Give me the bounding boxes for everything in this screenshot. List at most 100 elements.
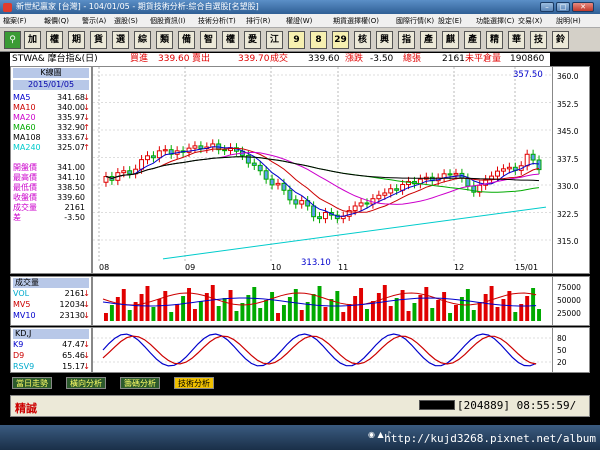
toolbar-button[interactable]: 技 <box>530 31 547 49</box>
volume-bar <box>400 290 405 321</box>
toolbar-button[interactable]: 8 <box>310 31 327 49</box>
analysis-tabs: 當日走勢 橫向分析 籌碼分析 技術分析 <box>10 377 590 389</box>
volume-tick-label: 25000 <box>557 309 581 318</box>
candle-body <box>222 149 228 152</box>
candle-body <box>364 202 370 205</box>
toolbar-button[interactable]: 綜 <box>134 31 151 49</box>
volume-bar <box>317 286 322 321</box>
ohlc-row: 開盤價 341.00 <box>13 163 89 173</box>
toolbar-button[interactable]: 備 <box>178 31 195 49</box>
quote-symbol[interactable]: STWA& 摩台指&(日) <box>12 53 98 66</box>
toolbar-button[interactable]: 智 <box>200 31 217 49</box>
volume-bar <box>448 313 453 321</box>
window-title: 新世紀贏家 [台灣] - 104/01/05 - 期貨技術分析:綜合自選股[名望… <box>16 2 259 11</box>
minimize-button[interactable]: – <box>540 2 554 12</box>
toolbar-button[interactable]: 麒 <box>442 31 459 49</box>
search-icon[interactable]: ⚲ <box>4 31 21 49</box>
connection-indicator <box>419 400 455 410</box>
ma-value: 340.00 <box>57 103 85 112</box>
toolbar-button[interactable]: 加 <box>24 31 41 49</box>
kd-header[interactable]: KD,J <box>13 329 89 339</box>
menu-item[interactable]: 檔案(F) <box>3 16 27 26</box>
menu-item[interactable]: 選股(S) <box>114 16 138 26</box>
volume-bar <box>418 295 423 321</box>
month-label: 15/01 <box>515 263 538 272</box>
candle-body <box>394 188 400 191</box>
change-label: 漲跌 <box>345 54 364 64</box>
status-bar: 精誠 [204889] 08:55:59/ <box>10 395 590 417</box>
toolbar-button[interactable]: 精 <box>486 31 503 49</box>
indicator-panel: K線圖 2015/01/05 MA5 341.68 ↓ MA10 340.00 ↓ MA20… <box>10 66 92 274</box>
toolbar-button[interactable]: 9 <box>288 31 305 49</box>
ma-name: MA5 <box>13 93 31 102</box>
candle-body <box>323 211 328 220</box>
volume-bar <box>442 292 447 321</box>
toolbar-button[interactable]: 鈴 <box>552 31 569 49</box>
ma-name: MA240 <box>13 143 41 152</box>
volume-chart[interactable] <box>92 276 553 326</box>
menu-item[interactable]: 排行(R) <box>246 16 270 26</box>
toolbar-button[interactable]: 期 <box>68 31 85 49</box>
menu-item[interactable]: 個股資訊(I) <box>150 16 186 26</box>
volume-bar <box>281 305 286 321</box>
maximize-button[interactable]: □ <box>556 2 570 12</box>
volume-header[interactable]: 成交量 <box>13 278 89 288</box>
toolbar-button[interactable]: 選 <box>112 31 129 49</box>
toolbar-button[interactable]: 29 <box>332 31 349 49</box>
analysis-tab[interactable]: 當日走勢 <box>12 377 52 389</box>
menu-item[interactable]: 交易(X) <box>518 16 542 26</box>
candlestick-chart[interactable]: 08 09 10 11 12 15/01 357.50 313.10 <box>92 66 553 274</box>
candle-body <box>156 150 162 159</box>
toolbar-button[interactable]: 江 <box>266 31 283 49</box>
toolbar-button[interactable]: 權 <box>222 31 239 49</box>
menu-item[interactable]: 說明(H) <box>556 16 581 26</box>
toolbar-button[interactable]: 核 <box>354 31 371 49</box>
ohlc-value: -3.50 <box>64 213 85 222</box>
ohlc-value: 2161 <box>64 203 85 212</box>
candle-body <box>311 205 317 218</box>
ma-name: MA20 <box>13 113 36 122</box>
analysis-tab[interactable]: 籌碼分析 <box>120 377 160 389</box>
volume-bar <box>365 309 369 321</box>
toolbar-button[interactable]: 類 <box>156 31 173 49</box>
close-button[interactable]: ✕ <box>572 2 594 12</box>
toolbar-button[interactable]: 指 <box>398 31 415 49</box>
trend-arrow-icon: ↓ <box>83 289 90 298</box>
candle-body <box>150 155 156 159</box>
analysis-tab[interactable]: 技術分析 <box>174 377 214 389</box>
menu-item[interactable]: 技術分析(T) <box>198 16 236 26</box>
toolbar-button[interactable]: 產 <box>420 31 437 49</box>
kd-tick-label: 50 <box>557 346 567 355</box>
ohlc-name: 最高價 <box>13 173 37 182</box>
analysis-tab[interactable]: 橫向分析 <box>66 377 106 389</box>
toolbar-button[interactable]: 愛 <box>244 31 261 49</box>
kd-chart[interactable] <box>92 327 553 373</box>
menu-item[interactable]: 權證(W) <box>286 16 312 26</box>
kline-header[interactable]: K線圖 <box>13 68 89 78</box>
candle-body <box>530 153 536 161</box>
volume-bar <box>531 288 536 321</box>
indicator-row: MV10 23130 ↓ <box>13 311 90 321</box>
candle-body <box>145 155 150 161</box>
menu-item[interactable]: 國際行情(K) <box>396 16 434 26</box>
ma-value: 325.07 <box>57 143 85 152</box>
menu-item[interactable]: 警示(A) <box>82 16 106 26</box>
menu-item[interactable]: 功能選擇(C) <box>476 16 514 26</box>
toolbar-button[interactable]: 產 <box>464 31 481 49</box>
trend-arrow-icon: ↑ <box>83 123 90 132</box>
toolbar-button[interactable]: 華 <box>508 31 525 49</box>
trend-arrow-icon: ↓ <box>83 311 90 320</box>
menu-item[interactable]: 期貨選擇權(O) <box>333 16 379 26</box>
volume-tick-label: 50000 <box>557 296 581 305</box>
kd-axis: 80 50 20 <box>553 327 590 373</box>
candle-body <box>257 164 263 172</box>
toolbar-button[interactable]: 貨 <box>90 31 107 49</box>
menu-item[interactable]: 設定(E) <box>438 16 462 26</box>
volume-bar <box>139 294 144 321</box>
toolbar-button[interactable]: 興 <box>376 31 393 49</box>
ohlc-row: 收盤價 339.60 <box>13 193 89 203</box>
toolbar-button[interactable]: 權 <box>46 31 63 49</box>
ohlc-value: 341.10 <box>57 173 85 182</box>
menu-item[interactable]: 報價(Q) <box>44 16 69 26</box>
volume-bar <box>471 310 476 321</box>
